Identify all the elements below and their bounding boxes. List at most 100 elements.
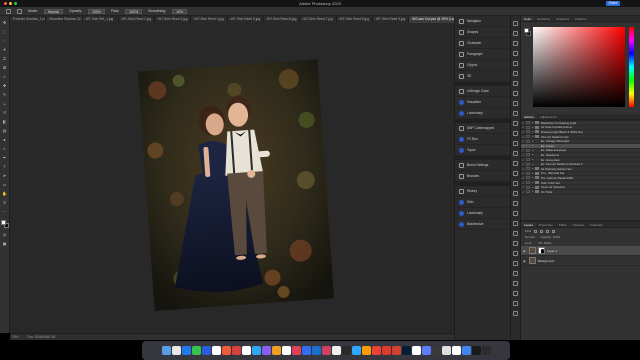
share-button[interactable]: Share — [606, 1, 620, 6]
dock-app-icon[interactable] — [371, 346, 381, 355]
panel-strip-icon[interactable] — [513, 61, 518, 66]
pen-tool-icon[interactable]: ✒ — [2, 154, 8, 160]
path-select-tool-icon[interactable]: ➤ — [2, 172, 8, 178]
action-dialog-toggle[interactable] — [526, 148, 530, 152]
dock-app-icon[interactable] — [401, 346, 411, 355]
dock-app-icon[interactable] — [291, 346, 301, 355]
blur-tool-icon[interactable]: ● — [2, 136, 8, 142]
panel-strip-icon[interactable] — [513, 171, 518, 176]
close-tab-icon[interactable]: × — [11, 16, 13, 23]
action-dialog-toggle[interactable] — [526, 190, 530, 194]
dock-app-icon[interactable] — [161, 346, 171, 355]
more-tools-icon[interactable]: ⋯ — [2, 208, 8, 214]
canvas-area[interactable] — [10, 23, 454, 333]
layer-opacity-field[interactable]: Opacity: 100% — [541, 235, 561, 239]
document-tab[interactable]: × WT-Shin Reed 3.jpg — [155, 16, 192, 23]
dock-app-icon[interactable] — [301, 346, 311, 355]
dock-app-icon[interactable] — [471, 346, 481, 355]
doc-info[interactable]: Doc: 93.6M/186.7M — [27, 335, 55, 339]
panel-tab[interactable]: Color — [521, 16, 535, 21]
dock-app-icon[interactable] — [421, 346, 431, 355]
panel-strip-icon[interactable] — [513, 41, 518, 46]
action-dialog-toggle[interactable] — [526, 130, 530, 134]
collapsed-panel-item[interactable]: Topaz — [455, 145, 510, 156]
action-dialog-toggle[interactable] — [526, 176, 530, 180]
collapsed-panel-item[interactable]: FX Box — [455, 134, 510, 145]
action-dialog-toggle[interactable] — [526, 125, 530, 129]
panel-tab[interactable]: Properties — [536, 222, 556, 227]
dock-app-icon[interactable] — [311, 346, 321, 355]
action-toggle-check-icon[interactable]: ✓ — [521, 158, 525, 162]
panel-strip-icon[interactable] — [513, 291, 518, 296]
panel-strip-icon[interactable] — [513, 111, 518, 116]
panel-strip-icon[interactable] — [513, 151, 518, 156]
layer-row[interactable]: ◉ Layer 1 — [521, 246, 640, 256]
document-image[interactable] — [137, 59, 335, 311]
collapsed-panel-item[interactable]: Glyphs — [455, 60, 510, 71]
dock-app-icon[interactable] — [181, 346, 191, 355]
close-tab-icon[interactable]: × — [410, 16, 412, 23]
panel-tab[interactable]: Gradients — [553, 16, 572, 21]
dock-app-icon[interactable] — [431, 346, 441, 355]
foreground-color-chip[interactable] — [524, 28, 529, 33]
action-toggle-check-icon[interactable]: ✓ — [521, 185, 525, 189]
panel-strip-icon[interactable] — [513, 211, 518, 216]
quick-mask-icon[interactable]: ◎ — [2, 231, 8, 237]
clone-stamp-tool-icon[interactable]: ⊥ — [2, 100, 8, 106]
collapsed-panel-item[interactable]: Paragraph — [455, 49, 510, 60]
close-tab-icon[interactable]: × — [265, 16, 267, 23]
panel-strip-icon[interactable] — [513, 161, 518, 166]
collapsed-panel-item[interactable]: InDesign Cube — [455, 86, 510, 97]
action-toggle-check-icon[interactable]: ✓ — [521, 181, 525, 185]
action-toggle-check-icon[interactable]: ✓ — [521, 135, 525, 139]
panel-strip-icon[interactable] — [513, 31, 518, 36]
flow-field[interactable]: 100% — [125, 8, 143, 14]
document-tab[interactable]: × WT-Shin Reed 4.jpg — [191, 16, 228, 23]
panel-strip-icon[interactable] — [513, 281, 518, 286]
collapsed-panel-item[interactable]: SBP Cubemapped — [455, 123, 510, 134]
panel-strip-icon[interactable] — [513, 131, 518, 136]
panel-strip-icon[interactable] — [513, 261, 518, 266]
panel-strip-icon[interactable] — [513, 21, 518, 26]
dock-app-icon[interactable] — [251, 346, 261, 355]
zoom-level[interactable]: 25% — [12, 335, 18, 339]
document-tab[interactable]: × WT-Shin Reed 2.jpg — [119, 16, 156, 23]
panel-strip-icon[interactable] — [513, 301, 518, 306]
action-toggle-check-icon[interactable]: ✓ — [521, 190, 525, 194]
close-tab-icon[interactable]: × — [84, 16, 86, 23]
dock-app-icon[interactable] — [261, 346, 271, 355]
panel-strip-icon[interactable] — [513, 71, 518, 76]
action-dialog-toggle[interactable] — [526, 121, 530, 125]
home-icon[interactable] — [6, 8, 11, 14]
action-dialog-toggle[interactable] — [526, 171, 530, 175]
dock-app-icon[interactable] — [351, 346, 361, 355]
action-dialog-toggle[interactable] — [526, 158, 530, 162]
panel-tab[interactable]: Patterns — [572, 16, 589, 21]
foreground-color-swatch[interactable] — [0, 220, 6, 225]
action-dialog-toggle[interactable] — [526, 167, 530, 171]
collapsed-panel-item[interactable]: History — [455, 186, 510, 197]
document-tab[interactable]: × WT-Shin Reed 9.jpg — [373, 16, 410, 23]
action-toggle-check-icon[interactable]: ✓ — [521, 167, 525, 171]
collapsed-panel-item[interactable]: Brush Settings — [455, 160, 510, 171]
dock-app-icon[interactable] — [171, 346, 181, 355]
color-picker-field[interactable] — [533, 27, 625, 107]
dock-app-icon[interactable] — [461, 346, 471, 355]
brush-tool-icon[interactable]: ✎ — [2, 91, 8, 97]
rectangle-tool-icon[interactable]: ▭ — [2, 181, 8, 187]
collapsed-panel-item[interactable]: 3D — [455, 71, 510, 82]
dock-app-icon[interactable] — [321, 346, 331, 355]
lasso-tool-icon[interactable]: ◌ — [2, 37, 8, 43]
dock-app-icon[interactable] — [451, 346, 461, 355]
dock-app-icon[interactable] — [231, 346, 241, 355]
eraser-tool-icon[interactable]: ◧ — [2, 118, 8, 124]
close-tab-icon[interactable]: × — [47, 16, 49, 23]
opacity-field[interactable]: 100% — [88, 8, 105, 14]
collapsed-panel-item[interactable]: Luminosity — [455, 208, 510, 219]
layer-thumbnail[interactable] — [529, 257, 536, 264]
brush-tool-preset-icon[interactable] — [17, 8, 22, 14]
panel-tab[interactable]: Paths — [556, 222, 570, 227]
action-toggle-check-icon[interactable]: ✓ — [521, 153, 525, 157]
eyedropper-tool-icon[interactable]: ⌕ — [2, 73, 8, 79]
action-dialog-toggle[interactable] — [526, 185, 530, 189]
